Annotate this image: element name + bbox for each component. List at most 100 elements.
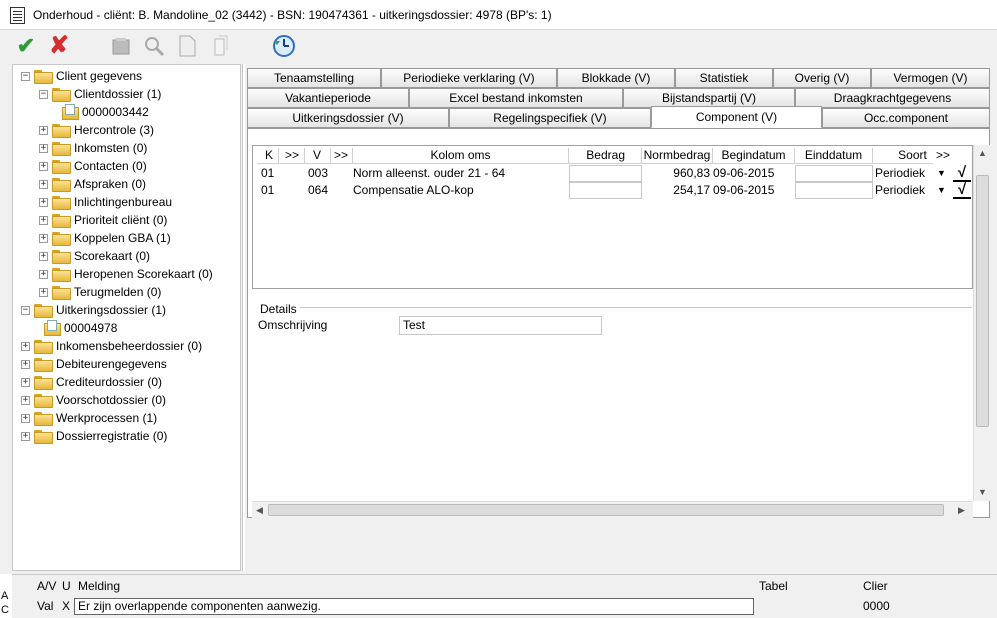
expand-icon[interactable]: + <box>39 251 48 261</box>
tree-item-contacten[interactable]: + Contacten (0) <box>39 157 147 175</box>
scroll-up-icon[interactable]: ▲ <box>978 148 987 158</box>
tree-item-scorekaart[interactable]: + Scorekaart (0) <box>39 247 150 265</box>
cell-k[interactable]: 01 <box>257 165 305 182</box>
column-header-bedrag[interactable]: Bedrag <box>569 148 642 164</box>
tree-item-inlichtingenbureau[interactable]: + Inlichtingenbureau <box>39 193 172 211</box>
scroll-down-icon[interactable]: ▼ <box>978 487 987 497</box>
collapse-icon[interactable]: − <box>39 89 48 99</box>
horizontal-scrollbar[interactable]: ◀ ▶ <box>252 501 973 518</box>
column-header-begindatum[interactable]: Begindatum <box>713 148 795 164</box>
tree-item-crediteurdossier[interactable]: + Crediteurdossier (0) <box>21 373 162 391</box>
expand-icon[interactable]: + <box>21 395 30 405</box>
expand-icon[interactable]: + <box>21 341 30 351</box>
tree-item-werkprocessen[interactable]: + Werkprocessen (1) <box>21 409 157 427</box>
tab-bijstandspartij[interactable]: Bijstandspartij (V) <box>623 88 795 108</box>
tree-item-terugmelden[interactable]: + Terugmelden (0) <box>39 283 161 301</box>
cell-soort[interactable]: Periodiek <box>875 182 935 199</box>
tree-item-clientdossier[interactable]: − Clientdossier (1) <box>39 85 161 103</box>
tree-item-koppelen-gba[interactable]: + Koppelen GBA (1) <box>39 229 171 247</box>
tree-item-dossierregistratie[interactable]: + Dossierregistratie (0) <box>21 427 167 445</box>
expand-icon[interactable]: + <box>39 143 48 153</box>
tab-vakantieperiode[interactable]: Vakantieperiode <box>247 88 409 108</box>
expand-icon[interactable]: + <box>21 431 30 441</box>
scrollbar-thumb[interactable] <box>268 504 944 516</box>
column-header-expand[interactable]: >> <box>279 148 305 164</box>
scroll-left-icon[interactable]: ◀ <box>256 505 263 516</box>
tab-overig[interactable]: Overig (V) <box>773 68 871 88</box>
cell-bedrag[interactable] <box>569 165 642 182</box>
cell-kolom-oms[interactable]: Norm alleenst. ouder 21 - 64 <box>353 165 569 182</box>
tab-component[interactable]: Component (V) <box>651 106 822 128</box>
message-header-melding[interactable]: Melding <box>78 579 120 593</box>
column-header-expand[interactable]: >> <box>331 148 353 164</box>
dropdown-arrow-icon[interactable]: ▼ <box>937 165 951 182</box>
tree-item-uitkeringsdossier-number[interactable]: 00004978 <box>44 319 117 337</box>
tab-regelingspecifiek[interactable]: Regelingspecifiek (V) <box>449 108 651 128</box>
message-text[interactable]: Er zijn overlappende componenten aanwezi… <box>74 598 754 615</box>
cell-kolom-oms[interactable]: Compensatie ALO-kop <box>353 182 569 199</box>
tree-item-heropenen-scorekaart[interactable]: + Heropenen Scorekaart (0) <box>39 265 213 283</box>
column-header-einddatum[interactable]: Einddatum <box>795 148 873 164</box>
tab-occ-component[interactable]: Occ.component <box>822 108 990 128</box>
tab-periodieke-verklaring[interactable]: Periodieke verklaring (V) <box>381 68 557 88</box>
cell-soort[interactable]: Periodiek <box>875 165 935 182</box>
column-header-normbedrag[interactable]: Normbedrag <box>642 148 713 164</box>
expand-icon[interactable]: + <box>39 269 48 279</box>
tree-item-prioriteit[interactable]: + Prioriteit cliënt (0) <box>39 211 167 229</box>
expand-icon[interactable]: + <box>39 125 48 135</box>
tree-item-uitkeringsdossier[interactable]: − Uitkeringsdossier (1) <box>21 301 166 319</box>
expand-icon[interactable]: + <box>39 179 48 189</box>
expand-icon[interactable]: + <box>21 377 30 387</box>
tab-uitkeringsdossier[interactable]: Uitkeringsdossier (V) <box>247 108 449 128</box>
dropdown-arrow-icon[interactable]: ▼ <box>937 182 951 199</box>
tab-draagkrachtgegevens[interactable]: Draagkrachtgegevens <box>795 88 990 108</box>
cell-bedrag[interactable] <box>569 182 642 199</box>
message-header-u[interactable]: U <box>62 579 71 593</box>
refresh-clock-icon[interactable] <box>271 33 297 59</box>
tree-item-inkomensbeheerdossier[interactable]: + Inkomensbeheerdossier (0) <box>21 337 202 355</box>
expand-icon[interactable]: + <box>39 197 48 207</box>
column-header-expand[interactable]: >> <box>933 148 953 164</box>
collapse-icon[interactable]: − <box>21 305 30 315</box>
expand-icon[interactable]: + <box>21 413 30 423</box>
copy-icon[interactable] <box>207 33 233 59</box>
cell-einddatum[interactable] <box>795 182 873 199</box>
expand-icon[interactable]: + <box>39 215 48 225</box>
tree-item-inkomsten[interactable]: + Inkomsten (0) <box>39 139 147 157</box>
tree-item-client-gegevens[interactable]: − Client gegevens <box>21 67 142 85</box>
omschrijving-field[interactable]: Test <box>399 316 602 335</box>
message-header-av[interactable]: A/V <box>37 579 56 593</box>
cell-v[interactable]: 003 <box>305 165 353 182</box>
cross-icon[interactable]: ✘ <box>46 33 72 59</box>
tree-item-afspraken[interactable]: + Afspraken (0) <box>39 175 146 193</box>
tree-item-clientdossier-number[interactable]: 0000003442 <box>62 103 149 121</box>
cell-normbedrag[interactable]: 254,17 <box>642 182 713 199</box>
tab-tenaamstelling[interactable]: Tenaamstelling <box>247 68 381 88</box>
message-header-client[interactable]: Clier <box>863 579 888 593</box>
collapse-icon[interactable]: − <box>21 71 30 81</box>
tab-statistiek[interactable]: Statistiek <box>675 68 773 88</box>
expand-icon[interactable]: + <box>39 287 48 297</box>
tree-item-debiteurengegevens[interactable]: + Debiteurengegevens <box>21 355 167 373</box>
tab-vermogen[interactable]: Vermogen (V) <box>871 68 990 88</box>
message-header-tabel[interactable]: Tabel <box>759 579 788 593</box>
cell-normbedrag[interactable]: 960,83 <box>642 165 713 182</box>
expand-icon[interactable]: + <box>21 359 30 369</box>
scrollbar-thumb[interactable] <box>976 175 989 427</box>
checkmark-icon[interactable]: √ <box>953 165 971 182</box>
document-icon[interactable] <box>174 33 200 59</box>
scroll-right-icon[interactable]: ▶ <box>958 505 965 516</box>
cell-begindatum[interactable]: 09-06-2015 <box>713 165 795 182</box>
expand-icon[interactable]: + <box>39 233 48 243</box>
check-icon[interactable]: ✔ <box>13 33 39 59</box>
cell-k[interactable]: 01 <box>257 182 305 199</box>
column-header-v[interactable]: V <box>305 148 331 164</box>
expand-icon[interactable]: + <box>39 161 48 171</box>
tab-blokkade[interactable]: Blokkade (V) <box>557 68 675 88</box>
tab-excel-bestand-inkomsten[interactable]: Excel bestand inkomsten <box>409 88 623 108</box>
search-icon[interactable] <box>141 33 167 59</box>
cell-begindatum[interactable]: 09-06-2015 <box>713 182 795 199</box>
tree-item-voorschotdossier[interactable]: + Voorschotdossier (0) <box>21 391 166 409</box>
column-header-k[interactable]: K <box>257 148 279 164</box>
checkmark-icon[interactable]: √ <box>953 182 971 199</box>
